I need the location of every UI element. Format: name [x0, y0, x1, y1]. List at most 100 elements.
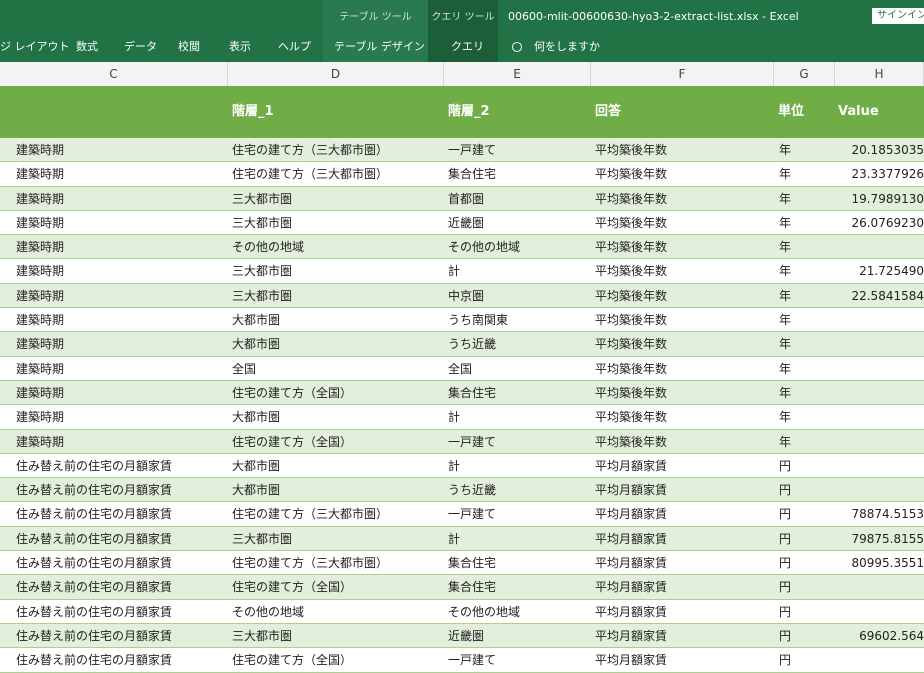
cell-answer[interactable]: 平均月額家賃 — [591, 648, 773, 672]
cell-level1[interactable]: その他の地域 — [228, 235, 442, 259]
cell-category[interactable]: 建築時期 — [12, 162, 227, 186]
cell-unit[interactable]: 円 — [775, 624, 835, 648]
header-cell-answer[interactable]: 回答 — [591, 86, 773, 138]
cell-level1[interactable]: 三大都市圏 — [228, 259, 442, 283]
cell-value[interactable]: 22.5841584 — [836, 284, 924, 308]
cell-value[interactable]: 26.0769230 — [836, 211, 924, 235]
cell-unit[interactable]: 年 — [775, 187, 835, 211]
cell-level1[interactable]: 住宅の建て方（三大都市圏） — [228, 502, 442, 526]
cell-category[interactable]: 住み替え前の住宅の月額家賃 — [12, 551, 227, 575]
cell-category[interactable]: 建築時期 — [12, 430, 227, 454]
cell-value[interactable]: 78874.5153 — [836, 502, 924, 526]
cell-level1[interactable]: 大都市圏 — [228, 454, 442, 478]
cell-level2[interactable]: 一戸建て — [444, 648, 590, 672]
tab-help[interactable]: ヘルプ — [278, 38, 311, 54]
cell-level1[interactable]: 三大都市圏 — [228, 624, 442, 648]
cell-value[interactable]: 80995.3551 — [836, 551, 924, 575]
cell-level2[interactable]: 一戸建て — [444, 138, 590, 162]
cell-value[interactable]: 79875.8155 — [836, 527, 924, 551]
cell-category[interactable]: 住み替え前の住宅の月額家賃 — [12, 478, 227, 502]
cell-level2[interactable]: 計 — [444, 259, 590, 283]
cell-unit[interactable]: 年 — [775, 357, 835, 381]
cell-category[interactable]: 建築時期 — [12, 405, 227, 429]
cell-level1[interactable]: 三大都市圏 — [228, 187, 442, 211]
cell-value[interactable] — [836, 308, 924, 332]
cell-category[interactable]: 住み替え前の住宅の月額家賃 — [12, 527, 227, 551]
cell-level1[interactable]: 住宅の建て方（三大都市圏） — [228, 162, 442, 186]
cell-category[interactable]: 建築時期 — [12, 332, 227, 356]
cell-unit[interactable]: 年 — [775, 430, 835, 454]
cell-answer[interactable]: 平均築後年数 — [591, 332, 773, 356]
cell-category[interactable]: 建築時期 — [12, 308, 227, 332]
cell-level1[interactable]: 大都市圏 — [228, 332, 442, 356]
tab-formulas[interactable]: 数式 — [76, 38, 98, 54]
cell-unit[interactable]: 円 — [775, 478, 835, 502]
cell-unit[interactable]: 年 — [775, 211, 835, 235]
cell-level1[interactable]: 大都市圏 — [228, 478, 442, 502]
cell-unit[interactable]: 円 — [775, 527, 835, 551]
cell-level2[interactable]: その他の地域 — [444, 600, 590, 624]
cell-level2[interactable]: 計 — [444, 405, 590, 429]
cell-value[interactable] — [836, 600, 924, 624]
tab-view[interactable]: 表示 — [229, 38, 251, 54]
cell-answer[interactable]: 平均築後年数 — [591, 405, 773, 429]
cell-unit[interactable]: 年 — [775, 259, 835, 283]
cell-level2[interactable]: うち近畿 — [444, 332, 590, 356]
cell-level2[interactable]: 集合住宅 — [444, 381, 590, 405]
cell-unit[interactable]: 年 — [775, 308, 835, 332]
cell-value[interactable] — [836, 648, 924, 672]
cell-answer[interactable]: 平均月額家賃 — [591, 551, 773, 575]
cell-category[interactable]: 住み替え前の住宅の月額家賃 — [12, 454, 227, 478]
cell-level1[interactable]: 三大都市圏 — [228, 284, 442, 308]
cell-value[interactable]: 20.1853035 — [836, 138, 924, 162]
cell-answer[interactable]: 平均築後年数 — [591, 430, 773, 454]
cell-answer[interactable]: 平均月額家賃 — [591, 478, 773, 502]
tab-page-layout[interactable]: ジ レイアウト — [0, 38, 70, 54]
cell-unit[interactable]: 年 — [775, 381, 835, 405]
column-header-c[interactable]: C — [0, 62, 228, 86]
cell-answer[interactable]: 平均月額家賃 — [591, 502, 773, 526]
cell-value[interactable]: 19.7989130 — [836, 187, 924, 211]
cell-value[interactable] — [836, 235, 924, 259]
column-header-d[interactable]: D — [228, 62, 444, 86]
cell-value[interactable] — [836, 430, 924, 454]
cell-level2[interactable]: 一戸建て — [444, 502, 590, 526]
cell-answer[interactable]: 平均築後年数 — [591, 187, 773, 211]
cell-level1[interactable]: その他の地域 — [228, 600, 442, 624]
column-header-f[interactable]: F — [591, 62, 774, 86]
cell-category[interactable]: 建築時期 — [12, 235, 227, 259]
cell-category[interactable]: 建築時期 — [12, 187, 227, 211]
cell-value[interactable] — [836, 405, 924, 429]
cell-level2[interactable]: その他の地域 — [444, 235, 590, 259]
cell-level2[interactable]: 近畿圏 — [444, 211, 590, 235]
cell-level1[interactable]: 大都市圏 — [228, 308, 442, 332]
cell-level2[interactable]: 全国 — [444, 357, 590, 381]
cell-value[interactable] — [836, 357, 924, 381]
cell-unit[interactable]: 円 — [775, 551, 835, 575]
cell-category[interactable]: 住み替え前の住宅の月額家賃 — [12, 502, 227, 526]
cell-answer[interactable]: 平均月額家賃 — [591, 527, 773, 551]
cell-value[interactable]: 23.3377926 — [836, 162, 924, 186]
cell-value[interactable] — [836, 575, 924, 599]
signin-button[interactable]: サインイン — [872, 8, 924, 24]
cell-answer[interactable]: 平均築後年数 — [591, 284, 773, 308]
cell-level2[interactable]: うち近畿 — [444, 478, 590, 502]
cell-value[interactable]: 69602.564 — [836, 624, 924, 648]
header-cell-value[interactable]: Value — [834, 86, 924, 138]
cell-unit[interactable]: 円 — [775, 454, 835, 478]
cell-level1[interactable]: 三大都市圏 — [228, 527, 442, 551]
cell-answer[interactable]: 平均月額家賃 — [591, 624, 773, 648]
cell-value[interactable] — [836, 332, 924, 356]
cell-unit[interactable]: 年 — [775, 332, 835, 356]
cell-level1[interactable]: 住宅の建て方（全国） — [228, 381, 442, 405]
cell-category[interactable]: 住み替え前の住宅の月額家賃 — [12, 648, 227, 672]
cell-answer[interactable]: 平均築後年数 — [591, 235, 773, 259]
cell-level1[interactable]: 住宅の建て方（三大都市圏） — [228, 138, 442, 162]
cell-unit[interactable]: 円 — [775, 600, 835, 624]
cell-unit[interactable]: 円 — [775, 575, 835, 599]
cell-unit[interactable]: 円 — [775, 502, 835, 526]
cell-answer[interactable]: 平均月額家賃 — [591, 454, 773, 478]
cell-category[interactable]: 建築時期 — [12, 381, 227, 405]
cell-answer[interactable]: 平均築後年数 — [591, 381, 773, 405]
cell-value[interactable] — [836, 381, 924, 405]
